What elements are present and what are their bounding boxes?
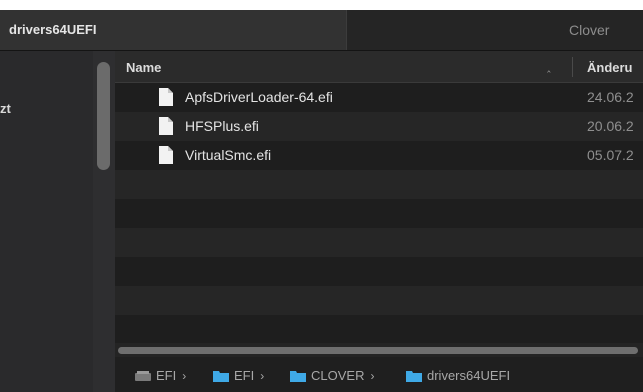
path-item-label: CLOVER <box>311 368 365 383</box>
path-item-efi[interactable]: EFI › <box>213 368 264 383</box>
finder-window: drivers64UEFI Clover zt Name ‸ Änderu Ap <box>0 10 643 392</box>
sidebar-item-label: zt <box>0 101 11 116</box>
empty-row <box>115 228 643 257</box>
tab-drivers64uefi[interactable]: drivers64UEFI <box>0 10 347 50</box>
table-row[interactable]: ApfsDriverLoader-64.efi 24.06.2 <box>115 83 643 112</box>
document-icon <box>159 117 173 135</box>
folder-icon <box>290 370 306 382</box>
path-item-drivers64uefi[interactable]: drivers64UEFI <box>406 368 510 383</box>
file-date: 20.06.2 <box>587 118 634 134</box>
table-row[interactable]: VirtualSmc.efi 05.07.2 <box>115 141 643 170</box>
path-item-volume[interactable]: EFI › <box>135 368 186 383</box>
column-header-date[interactable]: Änderu <box>587 60 633 75</box>
path-bar: EFI › EFI › CLOVER › drivers64UEFI <box>115 357 643 392</box>
column-divider[interactable] <box>572 57 573 77</box>
tab-label: Clover <box>569 22 610 38</box>
document-icon <box>159 88 173 106</box>
sidebar-item-recent[interactable]: zt <box>0 101 11 116</box>
table-row[interactable]: HFSPlus.efi 20.06.2 <box>115 112 643 141</box>
horizontal-scrollbar-thumb[interactable] <box>118 347 638 354</box>
path-item-label: EFI <box>156 368 177 383</box>
path-separator-icon: › <box>182 368 187 383</box>
file-name: ApfsDriverLoader-64.efi <box>185 89 333 105</box>
empty-row <box>115 257 643 286</box>
sidebar-scrollbar-thumb[interactable] <box>97 62 110 170</box>
sidebar: zt <box>0 51 115 392</box>
disk-icon <box>135 370 151 381</box>
empty-row <box>115 170 643 199</box>
empty-row <box>115 199 643 228</box>
tab-bar: drivers64UEFI Clover <box>0 10 643 50</box>
file-date: 05.07.2 <box>587 147 634 163</box>
sort-chevron-icon[interactable]: ‸ <box>547 60 551 73</box>
path-item-label: EFI <box>234 368 255 383</box>
horizontal-scrollbar[interactable] <box>115 343 643 357</box>
path-separator-icon: › <box>370 368 375 383</box>
path-item-clover[interactable]: CLOVER › <box>290 368 374 383</box>
empty-row <box>115 315 643 344</box>
file-date: 24.06.2 <box>587 89 634 105</box>
file-list: Name ‸ Änderu ApfsDriverLoader-64.efi 24… <box>115 51 643 392</box>
document-icon <box>159 146 173 164</box>
path-item-label: drivers64UEFI <box>427 368 511 383</box>
tab-label: drivers64UEFI <box>9 22 97 37</box>
path-separator-icon: › <box>260 368 265 383</box>
column-header-name[interactable]: Name <box>126 60 161 75</box>
folder-icon <box>406 370 422 382</box>
file-name: HFSPlus.efi <box>185 118 259 134</box>
file-name: VirtualSmc.efi <box>185 147 272 163</box>
tab-clover[interactable]: Clover <box>347 10 643 50</box>
file-rows: ApfsDriverLoader-64.efi 24.06.2 HFSPlus.… <box>115 83 643 344</box>
folder-icon <box>213 370 229 382</box>
column-header: Name ‸ Änderu <box>115 51 643 83</box>
empty-row <box>115 286 643 315</box>
